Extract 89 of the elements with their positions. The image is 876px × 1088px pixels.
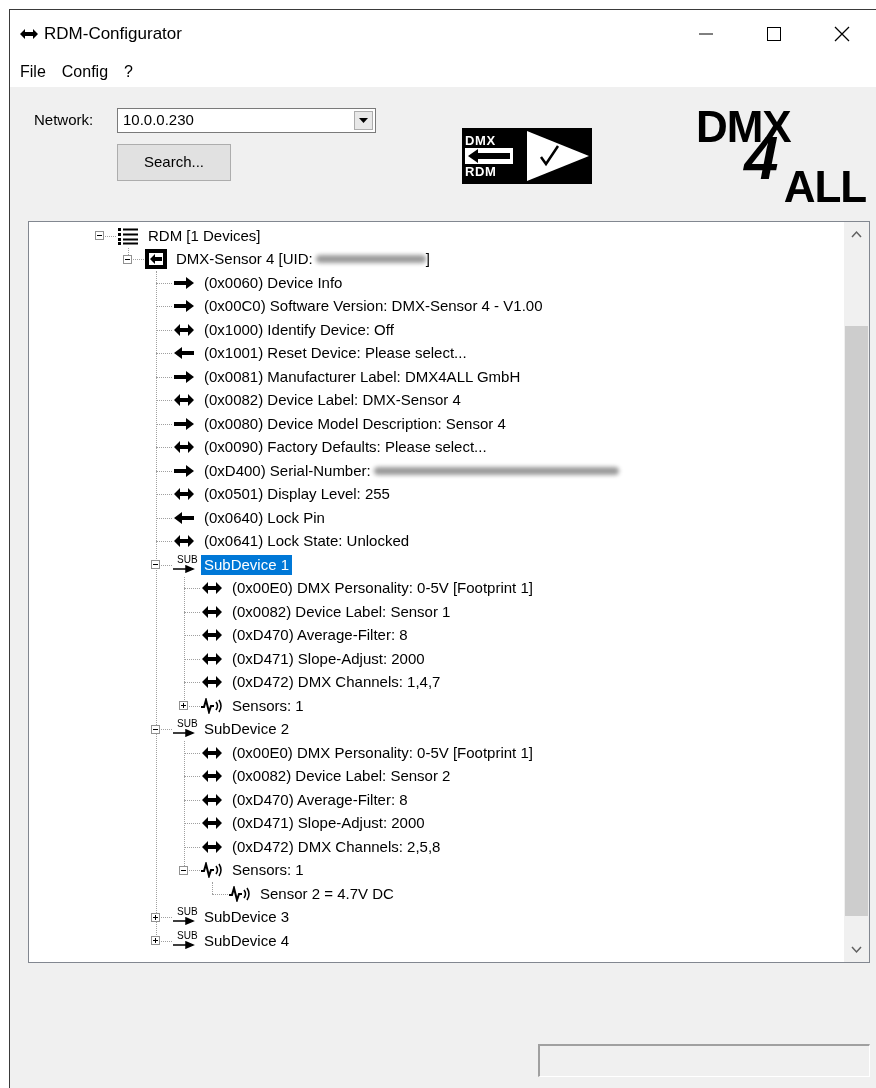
tree-item[interactable]: (0x0082) Device Label: DMX-Sensor 4	[201, 390, 464, 411]
tree-item[interactable]: (0x00E0) DMX Personality: 0-5V [Footprint 1]	[229, 578, 536, 599]
right-arrow-icon	[173, 274, 195, 291]
maximize-icon	[766, 25, 782, 42]
left-arrow-icon	[173, 345, 195, 362]
device-icon	[145, 249, 167, 270]
double-arrow-icon	[173, 439, 195, 456]
scrollbar-thumb[interactable]	[845, 326, 868, 916]
double-arrow-icon	[201, 838, 223, 855]
left-arrow-icon	[465, 148, 513, 164]
tree-item[interactable]: (0x0082) Device Label: Sensor 1	[229, 601, 454, 622]
tree-item[interactable]: (0x1001) Reset Device: Please select...	[201, 343, 470, 364]
double-arrow-icon	[173, 533, 195, 550]
menu-item[interactable]: File	[12, 58, 54, 86]
sensor-wave-icon	[201, 862, 223, 879]
sub-label: SUB	[176, 554, 198, 565]
menu-item[interactable]: ?	[116, 58, 141, 86]
logo-text: ALL	[783, 165, 866, 209]
tree-item[interactable]: (0x0060) Device Info	[201, 272, 346, 293]
sub-label: SUB	[176, 719, 198, 730]
collapse-toggle[interactable]	[179, 865, 188, 875]
tree-item[interactable]: RDM [1 Devices]	[145, 225, 264, 246]
network-combobox[interactable]: 10.0.0.230	[117, 108, 376, 133]
tree-item[interactable]: (0x0501) Display Level: 255	[201, 484, 393, 505]
tree-item[interactable]: Sensors: 1	[229, 695, 307, 716]
tree-item[interactable]: (0xD400) Serial-Number:	[201, 460, 374, 481]
tree-item[interactable]: (0x0090) Factory Defaults: Please select...	[201, 437, 490, 458]
tree-item[interactable]: SubDevice 4	[201, 930, 293, 951]
right-arrow-icon	[173, 462, 195, 479]
double-arrow-icon	[201, 791, 223, 808]
collapse-toggle[interactable]	[151, 724, 160, 734]
tree-item[interactable]: (0x0081) Manufacturer Label: DMX4ALL GmbH	[201, 366, 524, 387]
tree-item[interactable]: (0xD470) Average-Filter: 8	[229, 625, 411, 646]
double-arrow-icon	[201, 674, 223, 691]
tree-item[interactable]: (0x0082) Device Label: Sensor 2	[229, 766, 454, 787]
tree-item[interactable]: Sensors: 1	[229, 860, 307, 881]
network-label: Network:	[34, 110, 95, 131]
tree-item[interactable]: (0x1000) Identify Device: Off	[201, 319, 397, 340]
tree-item[interactable]: (0xD470) Average-Filter: 8	[229, 789, 411, 810]
tree-item[interactable]: (0xD472) DMX Channels: 2,5,8	[229, 836, 444, 857]
double-arrow-icon	[201, 768, 223, 785]
logo-text: RDM	[465, 164, 497, 179]
check-triangle-icon	[527, 131, 589, 181]
sub-label: SUB	[176, 930, 198, 941]
double-arrow-icon	[173, 392, 195, 409]
tree-item[interactable]: (0xD471) Slope-Adjust: 2000	[229, 813, 428, 834]
double-arrow-icon	[173, 486, 195, 503]
search-button[interactable]: Search...	[117, 144, 231, 181]
tree-item[interactable]: (0x0080) Device Model Description: Sensor 4	[201, 413, 509, 434]
double-arrow-icon	[201, 650, 223, 667]
tree-item[interactable]: (0x0641) Lock State: Unlocked	[201, 531, 413, 552]
tree-item[interactable]: (0x00E0) DMX Personality: 0-5V [Footprint 1]	[229, 742, 536, 763]
tree-item[interactable]: (0x00C0) Software Version: DMX-Sensor 4 - V1.00	[201, 296, 546, 317]
logo-text: DMX	[465, 133, 496, 148]
double-arrow-icon	[201, 815, 223, 832]
tree-item[interactable]: SubDevice 1	[201, 554, 293, 575]
close-icon	[834, 25, 850, 42]
tree-item[interactable]: DMX-Sensor 4 [UID:	[173, 249, 316, 270]
sensor-wave-icon	[201, 697, 223, 714]
right-arrow-icon	[173, 415, 195, 432]
app-icon	[20, 27, 38, 40]
collapse-toggle[interactable]	[95, 231, 104, 241]
double-arrow-icon	[201, 744, 223, 761]
tree-item[interactable]: (0xD471) Slope-Adjust: 2000	[229, 648, 428, 669]
double-arrow-icon	[201, 580, 223, 597]
double-arrow-icon	[201, 603, 223, 620]
expand-toggle[interactable]	[179, 701, 188, 711]
tree-item[interactable]: SubDevice 2	[201, 719, 293, 740]
right-arrow-icon	[173, 368, 195, 385]
scrollbar[interactable]	[844, 222, 869, 962]
expand-toggle[interactable]	[151, 936, 160, 946]
collapse-toggle[interactable]	[151, 560, 160, 570]
double-arrow-icon	[173, 321, 195, 338]
expand-toggle[interactable]	[151, 912, 160, 922]
sensor-wave-icon	[229, 885, 251, 902]
list-icon	[117, 226, 139, 245]
tree-item[interactable]: (0xD472) DMX Channels: 1,4,7	[229, 672, 444, 693]
minimize-icon	[698, 32, 714, 35]
window-title: RDM-Configurator	[44, 22, 182, 45]
left-arrow-icon	[173, 509, 195, 526]
collapse-toggle[interactable]	[123, 254, 132, 264]
tree-item[interactable]: SubDevice 3	[201, 907, 293, 928]
tree-item[interactable]: Sensor 2 = 4.7V DC	[257, 883, 397, 904]
right-arrow-icon	[173, 298, 195, 315]
tree-item[interactable]: (0x0640) Lock Pin	[201, 507, 328, 528]
sub-label: SUB	[176, 907, 198, 918]
tree-item-end: ]	[425, 249, 430, 270]
double-arrow-icon	[201, 627, 223, 644]
menu-item[interactable]: Config	[53, 58, 117, 86]
